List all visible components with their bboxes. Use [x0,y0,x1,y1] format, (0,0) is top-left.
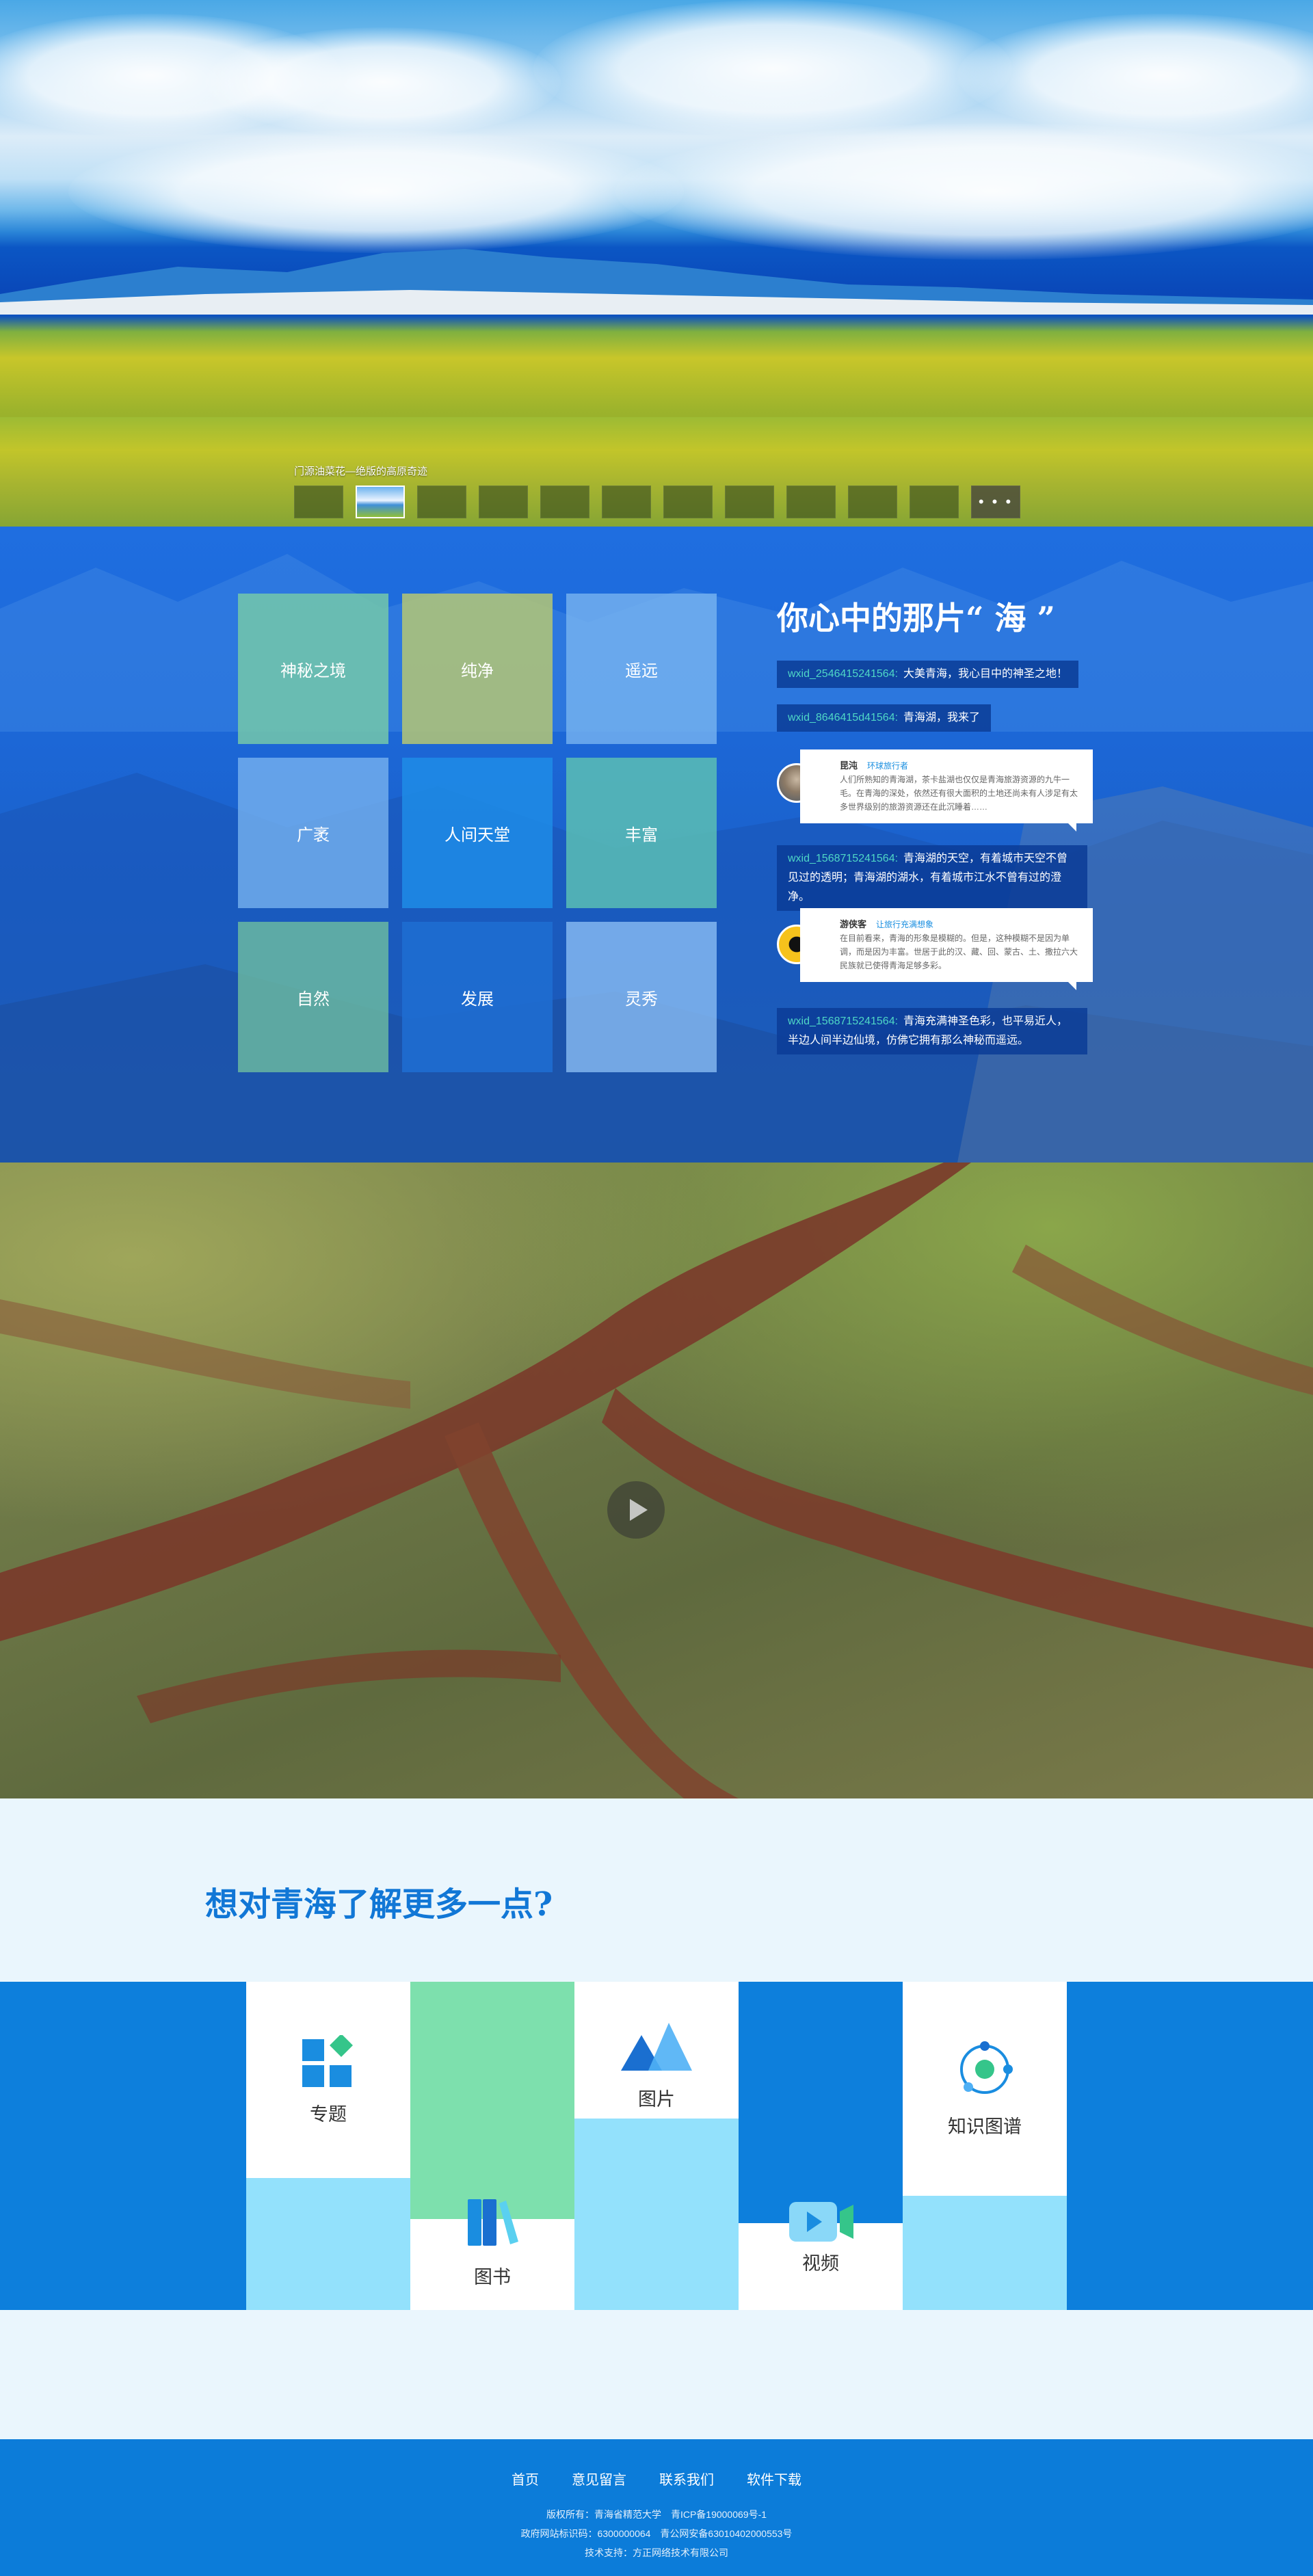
footer-link-download[interactable]: 软件下载 [747,2469,801,2488]
topic-card[interactable]: 专题 [246,1982,410,2310]
thumbnail[interactable] [602,486,651,518]
footer-link-home[interactable]: 首页 [512,2469,539,2488]
picture-icon [621,2023,692,2071]
more-thumbnails-button[interactable]: • • • [971,486,1020,518]
message-text: 大美青海，我心目中的神圣之地！ [903,668,1068,680]
thumbnail[interactable] [417,486,466,518]
thumbnail[interactable] [725,486,774,518]
knowledge-graph-icon [960,2041,1013,2094]
comment-card: 游侠客 让旅行充满想象 在目前看来，青海的形象是模糊的。但是，这种模糊不是因为单调… [800,908,1093,990]
footer-link-feedback[interactable]: 意见留言 [572,2469,626,2488]
keyword-grid: 神秘之境 纯净 遥远 广袤 人间天堂 丰富 自然 发展 灵秀 [238,594,717,1072]
book-icon [468,2199,518,2246]
comment-author-tag: 让旅行充满想象 [876,920,934,929]
message-user-id: wxid_1568715241564: [788,1015,899,1027]
comment-author: 昆沌 [840,760,858,771]
book-card[interactable]: 图书 [410,1982,574,2310]
comment-author-tag: 环球旅行者 [867,761,909,771]
message-user-id: wxid_2546415241564: [788,668,899,680]
footer-nav: 首页 意见留言 联系我们 软件下载 [0,2469,1313,2488]
footer-gov-id: 政府网站标识码：6300000064 青公网安备63010402000553号 [520,2528,793,2539]
cloud-decoration [533,0,1012,137]
message-bubble: wxid_1568715241564: 青海湖的天空，有着城市天空不曾见过的透明；… [777,845,1087,911]
comment-author: 游侠客 [840,919,867,929]
cloud-decoration [957,14,1313,137]
video-icon [789,2202,853,2242]
message-user-id: wxid_8646415d41564: [788,712,899,723]
message-user-id: wxid_1568715241564: [788,853,899,864]
keyword-tile-mystery[interactable]: 神秘之境 [238,594,388,744]
thumbnail[interactable] [786,486,836,518]
mountain-range [0,249,1313,315]
hero-banner: 门源油菜花—绝版的高原奇迹 • • • [0,0,1313,527]
hero-caption: 门源油菜花—绝版的高原奇迹 [294,466,428,477]
footer: 首页 意见留言 联系我们 软件下载 版权所有：青海省精范大学 青ICP备1900… [0,2439,1313,2576]
picture-card[interactable]: 图片 [574,1982,739,2310]
river-illustration [0,1163,1313,1798]
cloud-decoration [68,130,684,253]
video-play-button[interactable] [607,1481,665,1539]
message-wall-title: 你心中的那片“ 海 ” [777,600,1055,637]
topic-label: 专题 [310,2104,347,2125]
keyword-tile-graceful[interactable]: 灵秀 [566,922,717,1072]
keyword-tile-paradise[interactable]: 人间天堂 [402,758,553,908]
thumbnail[interactable] [294,486,343,518]
book-label: 图书 [474,2267,511,2288]
message-bubble: wxid_8646415d41564: 青海湖，我来了 [777,704,992,732]
keyword-tile-vast[interactable]: 广袤 [238,758,388,908]
video-card[interactable]: 视频 [739,1982,903,2310]
thumbnail[interactable] [910,486,959,518]
footer-copyright: 版权所有：青海省精范大学 青ICP备19000069号-1 [546,2509,767,2520]
footer-tech-support: 技术支持：方正网络技术有限公司 [585,2547,728,2558]
footer-link-contact[interactable]: 联系我们 [659,2469,714,2488]
knowledge-graph-label: 知识图谱 [948,2116,1022,2138]
message-text: 青海湖，我来了 [903,712,981,723]
picture-label: 图片 [638,2089,675,2110]
thumbnail[interactable] [540,486,589,518]
thumbnail-active[interactable] [356,486,405,518]
cloud-decoration [205,27,561,137]
knowledge-graph-card[interactable]: 知识图谱 [903,1982,1067,2310]
river-video-banner [0,1163,1313,1798]
message-bubble: wxid_2546415241564: 大美青海，我心目中的神圣之地！ [777,661,1079,688]
topic-icon [302,2035,353,2087]
keyword-tile-distant[interactable]: 遥远 [566,594,717,744]
message-bubble: wxid_1568715241564: 青海充满神圣色彩，也平易近人，半边人间半边… [777,1008,1087,1054]
thumbnail-strip: • • • [294,486,1020,518]
thumbnail[interactable] [479,486,528,518]
learn-more-title: 想对青海了解更多一点? [205,1885,553,1924]
thumbnail[interactable] [848,486,897,518]
keyword-tile-rich[interactable]: 丰富 [566,758,717,908]
comment-card: 昆沌 环球旅行者 人们所熟知的青海湖，茶卡盐湖也仅仅是青海旅游资源的九牛一毛。在青… [800,749,1093,832]
keyword-tile-development[interactable]: 发展 [402,922,553,1072]
video-label: 视频 [802,2253,839,2274]
keyword-tile-nature[interactable]: 自然 [238,922,388,1072]
keyword-tile-pure[interactable]: 纯净 [402,594,553,744]
comment-text: 在目前看来，青海的形象是模糊的。但是，这种模糊不是因为单调，而是因为丰富。世居于… [840,933,1078,970]
thumbnail[interactable] [663,486,713,518]
comment-text: 人们所熟知的青海湖，茶卡盐湖也仅仅是青海旅游资源的九牛一毛。在青海的深处，依然还… [840,775,1078,812]
sea-section: 神秘之境 纯净 遥远 广袤 人间天堂 丰富 自然 发展 灵秀 你心中的那片“ 海… [0,527,1313,1163]
